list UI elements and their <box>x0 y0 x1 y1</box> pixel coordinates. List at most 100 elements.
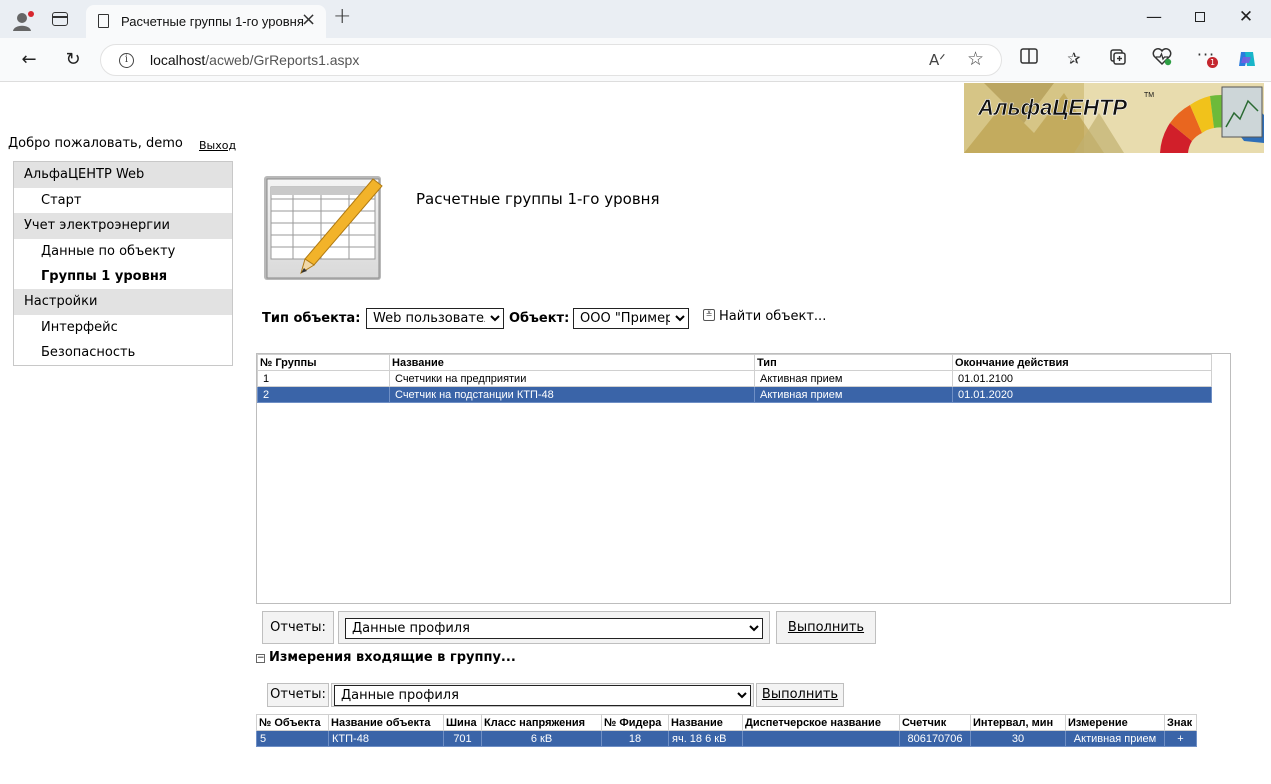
find-object-link[interactable]: Найти объект... <box>719 309 826 324</box>
column-header-voltage-class[interactable]: Класс напряжения <box>481 714 602 731</box>
object-select[interactable]: ООО "Пример" <box>573 308 689 329</box>
profile-avatar-icon[interactable] <box>12 10 34 32</box>
logo-text: АльфаЦЕНТР <box>977 95 1127 120</box>
table-cell: Счетчики на предприятии <box>389 370 755 387</box>
logout-link[interactable]: Выход <box>199 139 236 152</box>
tab-close-icon[interactable]: × <box>301 11 316 29</box>
table-cell <box>742 730 900 747</box>
column-header-end-date[interactable]: Окончание действия <box>952 354 1212 371</box>
table-cell: 01.01.2020 <box>952 386 1212 403</box>
table-cell: + <box>1164 730 1197 747</box>
notification-badge: 1 <box>1207 57 1218 68</box>
reports-select[interactable]: Данные профиля <box>345 618 763 639</box>
reports-combo-box: Данные профиля <box>338 611 770 644</box>
column-header-group-no[interactable]: № Группы <box>257 354 390 371</box>
alfacenter-logo: АльфаЦЕНТР TM <box>964 83 1264 153</box>
measurement-reports-combo-box: Данные профиля <box>331 683 754 707</box>
table-row[interactable]: 1 Счетчики на предприятии Активная прием 01… <box>257 370 1212 387</box>
window-minimize-icon[interactable]: — <box>1144 6 1164 28</box>
table-cell: 701 <box>443 730 482 747</box>
run-report-button[interactable]: Выполнить <box>776 611 876 644</box>
column-header-name[interactable]: Название <box>389 354 755 371</box>
page-title: Расчетные группы 1-го уровня <box>416 190 660 208</box>
column-header-interval[interactable]: Интервал, мин <box>970 714 1066 731</box>
measurement-reports-select[interactable]: Данные профиля <box>334 685 751 706</box>
table-cell: 6 кВ <box>481 730 602 747</box>
column-header-object-name[interactable]: Название объекта <box>328 714 444 731</box>
column-header-sign[interactable]: Знак <box>1164 714 1197 731</box>
measurements-title: Измерения входящие в группу... <box>269 650 516 665</box>
table-cell: Счетчик на подстанции КТП-48 <box>389 386 755 403</box>
sidebar-section-header[interactable]: Настройки <box>14 289 232 315</box>
table-cell: КТП-48 <box>328 730 444 747</box>
column-header-object-no[interactable]: № Объекта <box>256 714 329 731</box>
browser-toolbar: ← ↻ i localhost/acweb/GrReports1.aspx A͏… <box>0 38 1271 82</box>
sidebar-item[interactable]: Старт <box>14 188 232 213</box>
page-body: АльфаЦЕНТР TM Добро пожаловать, demo Вых… <box>5 83 1271 784</box>
read-aloud-icon[interactable]: A͏ᐟ <box>929 51 946 69</box>
column-header-bus[interactable]: Шина <box>443 714 482 731</box>
sidebar-item[interactable]: Данные по объекту <box>14 239 232 264</box>
column-header-type[interactable]: Тип <box>754 354 953 371</box>
collections-icon[interactable] <box>1107 48 1129 70</box>
measurement-reports-label: Отчеты: <box>267 683 329 707</box>
table-cell: 30 <box>970 730 1066 747</box>
table-cell: 1 <box>257 370 390 387</box>
browser-tab-strip: Расчетные группы 1-го уровня × + — ✕ <box>0 0 1271 38</box>
tab-actions-icon[interactable] <box>52 12 68 26</box>
column-header-name[interactable]: Название <box>668 714 743 731</box>
column-header-measurement[interactable]: Измерение <box>1065 714 1165 731</box>
sidebar-item[interactable]: Группы 1 уровня <box>14 264 232 289</box>
object-label: Объект: <box>509 311 570 326</box>
column-header-dispatch-name[interactable]: Диспетчерское название <box>742 714 900 731</box>
table-cell: 2 <box>257 386 390 403</box>
address-bar[interactable]: i localhost/acweb/GrReports1.aspx A͏ᐟ ☆ <box>100 44 1002 76</box>
column-header-feeder-no[interactable]: № Фидера <box>601 714 669 731</box>
measurements-table: № Объекта Название объекта Шина Класс на… <box>256 714 1197 747</box>
window-maximize-icon[interactable] <box>1190 6 1210 28</box>
find-expand-icon[interactable]: ≚ <box>703 309 715 321</box>
table-cell: Активная прием <box>754 386 953 403</box>
table-cell: 01.01.2100 <box>952 370 1212 387</box>
sidebar-menu: АльфаЦЕНТР Web Старт Учет электроэнергии Да… <box>13 161 233 366</box>
browser-tab-active[interactable]: Расчетные группы 1-го уровня × <box>86 5 326 38</box>
table-cell: Активная прием <box>1065 730 1165 747</box>
url-text[interactable]: localhost/acweb/GrReports1.aspx <box>150 52 359 68</box>
sidebar-section-header[interactable]: АльфаЦЕНТР Web <box>14 162 232 188</box>
browser-essentials-icon[interactable] <box>1151 48 1173 70</box>
logo-tm: TM <box>1144 92 1154 99</box>
column-header-meter[interactable]: Счетчик <box>899 714 971 731</box>
table-cell: яч. 18 6 кВ <box>668 730 743 747</box>
reports-label: Отчеты: <box>262 611 334 644</box>
page-favicon-icon <box>98 14 109 28</box>
table-cell: 18 <box>601 730 669 747</box>
split-screen-icon[interactable] <box>1018 48 1040 70</box>
more-options-icon[interactable]: ··· 1 <box>1195 45 1218 70</box>
run-measurement-report-button[interactable]: Выполнить <box>756 683 844 707</box>
table-row[interactable]: 5 КТП-48 701 6 кВ 18 яч. 18 6 кВ 806170706 30 Ак… <box>256 730 1197 747</box>
back-arrow-icon[interactable]: ← <box>17 48 41 72</box>
table-cell: 806170706 <box>899 730 971 747</box>
new-tab-icon[interactable]: + <box>333 6 351 28</box>
copilot-icon[interactable] <box>1236 48 1258 70</box>
groups-grid-panel: № Группы Название Тип Окончание действия… <box>256 353 1231 604</box>
welcome-text: Добро пожаловать, demo <box>8 136 183 151</box>
report-table-pencil-icon <box>264 176 383 280</box>
reload-icon[interactable]: ↻ <box>61 48 85 72</box>
groups-table: № Группы Название Тип Окончание действия… <box>257 354 1212 403</box>
window-close-icon[interactable]: ✕ <box>1236 6 1256 28</box>
table-row[interactable]: 2 Счетчик на подстанции КТП-48 Активная пр… <box>257 386 1212 403</box>
sidebar-section-header[interactable]: Учет электроэнергии <box>14 213 232 239</box>
sidebar-item[interactable]: Интерфейс <box>14 315 232 340</box>
site-info-icon[interactable]: i <box>119 53 134 68</box>
sidebar-item[interactable]: Безопасность <box>14 340 232 365</box>
favorite-star-icon[interactable]: ☆ <box>967 48 984 70</box>
collapse-icon[interactable]: − <box>256 654 265 663</box>
favorites-icon[interactable]: ✰ <box>1063 48 1085 70</box>
object-type-select[interactable]: Web пользователи <box>366 308 504 329</box>
object-type-label: Тип объекта: <box>262 311 361 326</box>
table-cell: 5 <box>256 730 329 747</box>
browser-tab-title: Расчетные группы 1-го уровня <box>121 14 304 29</box>
measurements-section-header[interactable]: − Измерения входящие в группу... <box>256 650 516 665</box>
table-cell: Активная прием <box>754 370 953 387</box>
